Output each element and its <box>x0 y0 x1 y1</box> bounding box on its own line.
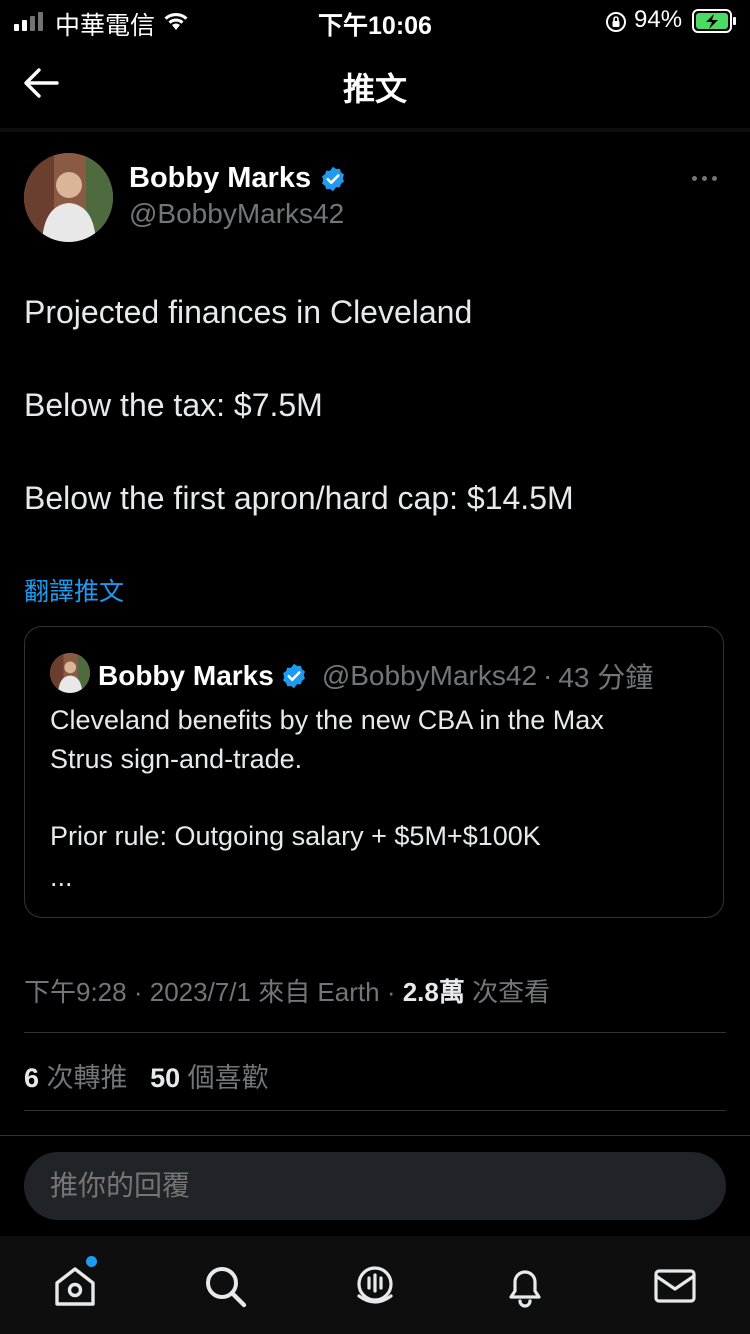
engagement-stats: 6 次轉推 50 個喜歡 <box>24 1056 269 1095</box>
top-nav: 推文 <box>0 44 750 128</box>
author-name[interactable]: Bobby Marks <box>129 162 311 195</box>
divider <box>24 1110 726 1111</box>
quote-author-handle: @BobbyMarks42 <box>321 660 538 691</box>
divider <box>24 1032 726 1033</box>
divider <box>0 128 750 132</box>
battery-percent: 94% <box>634 6 683 33</box>
verified-badge-icon <box>322 166 345 191</box>
messages-icon[interactable] <box>651 1262 699 1310</box>
tweet-date: 2023/7/1 <box>149 977 251 1007</box>
tweet-text-line: Below the first apron/hard cap: $14.5M <box>24 480 574 516</box>
quote-text-line: Strus sign-and-trade. <box>50 744 303 774</box>
more-horizontal-icon[interactable] <box>692 176 717 181</box>
likes-label[interactable]: 個喜歡 <box>188 1063 269 1093</box>
page-title: 推文 <box>342 71 407 107</box>
author-name-row[interactable]: Bobby Marks <box>129 162 347 195</box>
separator-dot: · <box>386 977 396 1007</box>
separator-dot: · <box>543 660 553 691</box>
quote-text-line: Cleveland benefits by the new CBA in the… <box>50 705 604 735</box>
author-handle[interactable]: @BobbyMarks42 <box>129 198 344 230</box>
quote-header: Bobby Marks @BobbyMarks42 · 43 分鐘 <box>98 656 653 696</box>
quote-age: 43 分鐘 <box>558 662 654 693</box>
notification-dot <box>86 1256 97 1267</box>
views-label[interactable]: 次查看 <box>472 977 550 1007</box>
reply-input[interactable] <box>24 1152 726 1220</box>
quote-text-line: Prior rule: Outgoing salary + $5M+$100K <box>50 821 541 851</box>
tweet-meta: 下午9:28 · 2023/7/1 來自 Earth · 2.8萬 次查看 <box>24 972 550 1009</box>
tweet-text-line: Projected finances in Cleveland <box>24 294 473 330</box>
retweets-label[interactable]: 次轉推 <box>47 1063 128 1093</box>
search-icon[interactable] <box>201 1262 249 1310</box>
avatar <box>50 653 90 693</box>
notifications-icon[interactable] <box>501 1262 549 1310</box>
likes-count[interactable]: 50 <box>150 1063 180 1093</box>
separator-dot: · <box>133 977 143 1007</box>
spaces-icon[interactable] <box>351 1262 399 1310</box>
battery-charging-icon <box>692 9 736 33</box>
orientation-lock-icon <box>606 12 626 32</box>
tweet-text-line: Below the tax: $7.5M <box>24 387 323 423</box>
tweet-source: 來自 Earth <box>258 977 380 1007</box>
verified-badge-icon <box>282 663 305 689</box>
translate-link[interactable]: 翻譯推文 <box>24 572 124 608</box>
avatar[interactable] <box>24 153 113 242</box>
home-icon[interactable] <box>51 1262 99 1310</box>
quote-ellipsis: ... <box>50 862 73 892</box>
divider <box>0 1135 750 1136</box>
tweet-time: 下午9:28 <box>24 977 127 1007</box>
retweets-count[interactable]: 6 <box>24 1063 39 1093</box>
status-bar: 中華電信 下午10:06 94% <box>0 0 750 44</box>
views-count[interactable]: 2.8萬 <box>403 977 465 1007</box>
quote-author-name: Bobby Marks <box>98 660 274 691</box>
